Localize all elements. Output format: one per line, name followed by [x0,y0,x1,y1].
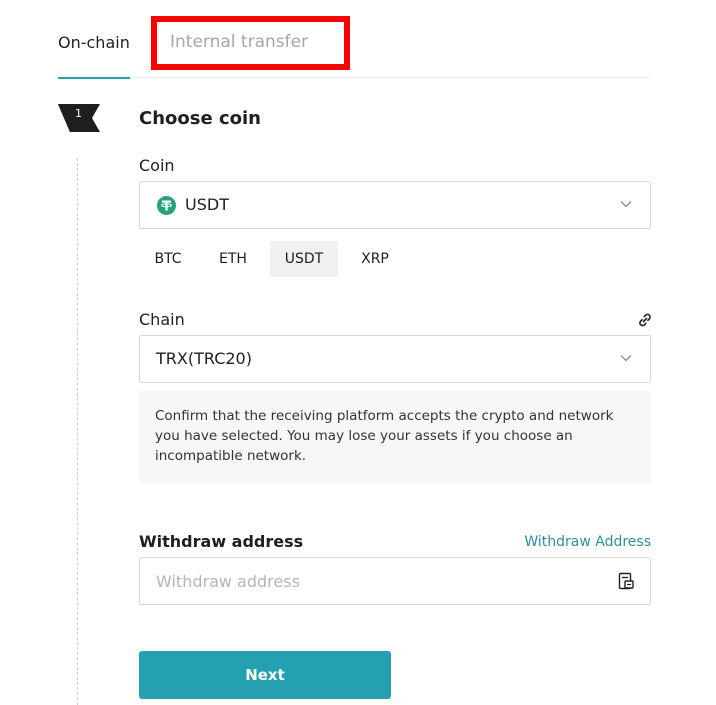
withdraw-address-link[interactable]: Withdraw Address [524,531,651,553]
coin-select[interactable]: USDT [139,181,651,229]
withdraw-address-input[interactable] [140,558,610,604]
quick-coin-xrp[interactable]: XRP [346,241,404,277]
chain-select[interactable]: TRX(TRC20) [139,335,651,383]
quick-coin-usdt[interactable]: USDT [270,241,338,277]
tab-on-chain-label: On-chain [58,33,130,52]
section-title: Choose coin [139,108,261,129]
tab-internal-transfer[interactable]: Internal transfer [151,16,350,70]
withdraw-address-label: Withdraw address [139,532,304,551]
tether-icon [157,196,176,215]
withdraw-address-field [139,557,651,605]
step-connector-line [77,158,78,705]
link-icon[interactable] [637,312,653,328]
chain-label: Chain [139,310,185,329]
quick-coin-btc[interactable]: BTC [139,241,197,277]
step-number-icon: 1 [58,104,100,132]
tab-on-chain[interactable]: On-chain [58,16,130,79]
tab-internal-transfer-label: Internal transfer [170,32,309,52]
active-tab-indicator [58,77,130,79]
transfer-tabs: On-chain Internal transfer [58,16,651,79]
step-number: 1 [75,107,82,120]
next-button[interactable]: Next [139,651,391,699]
coin-label: Coin [139,156,175,175]
chain-select-value: TRX(TRC20) [156,349,252,368]
address-book-icon[interactable] [617,572,635,590]
chevron-down-icon [620,355,632,362]
network-warning-notice: Confirm that the receiving platform acce… [139,391,651,483]
chevron-down-icon [620,201,632,208]
quick-coin-eth[interactable]: ETH [204,241,262,277]
coin-select-value: USDT [185,195,229,214]
